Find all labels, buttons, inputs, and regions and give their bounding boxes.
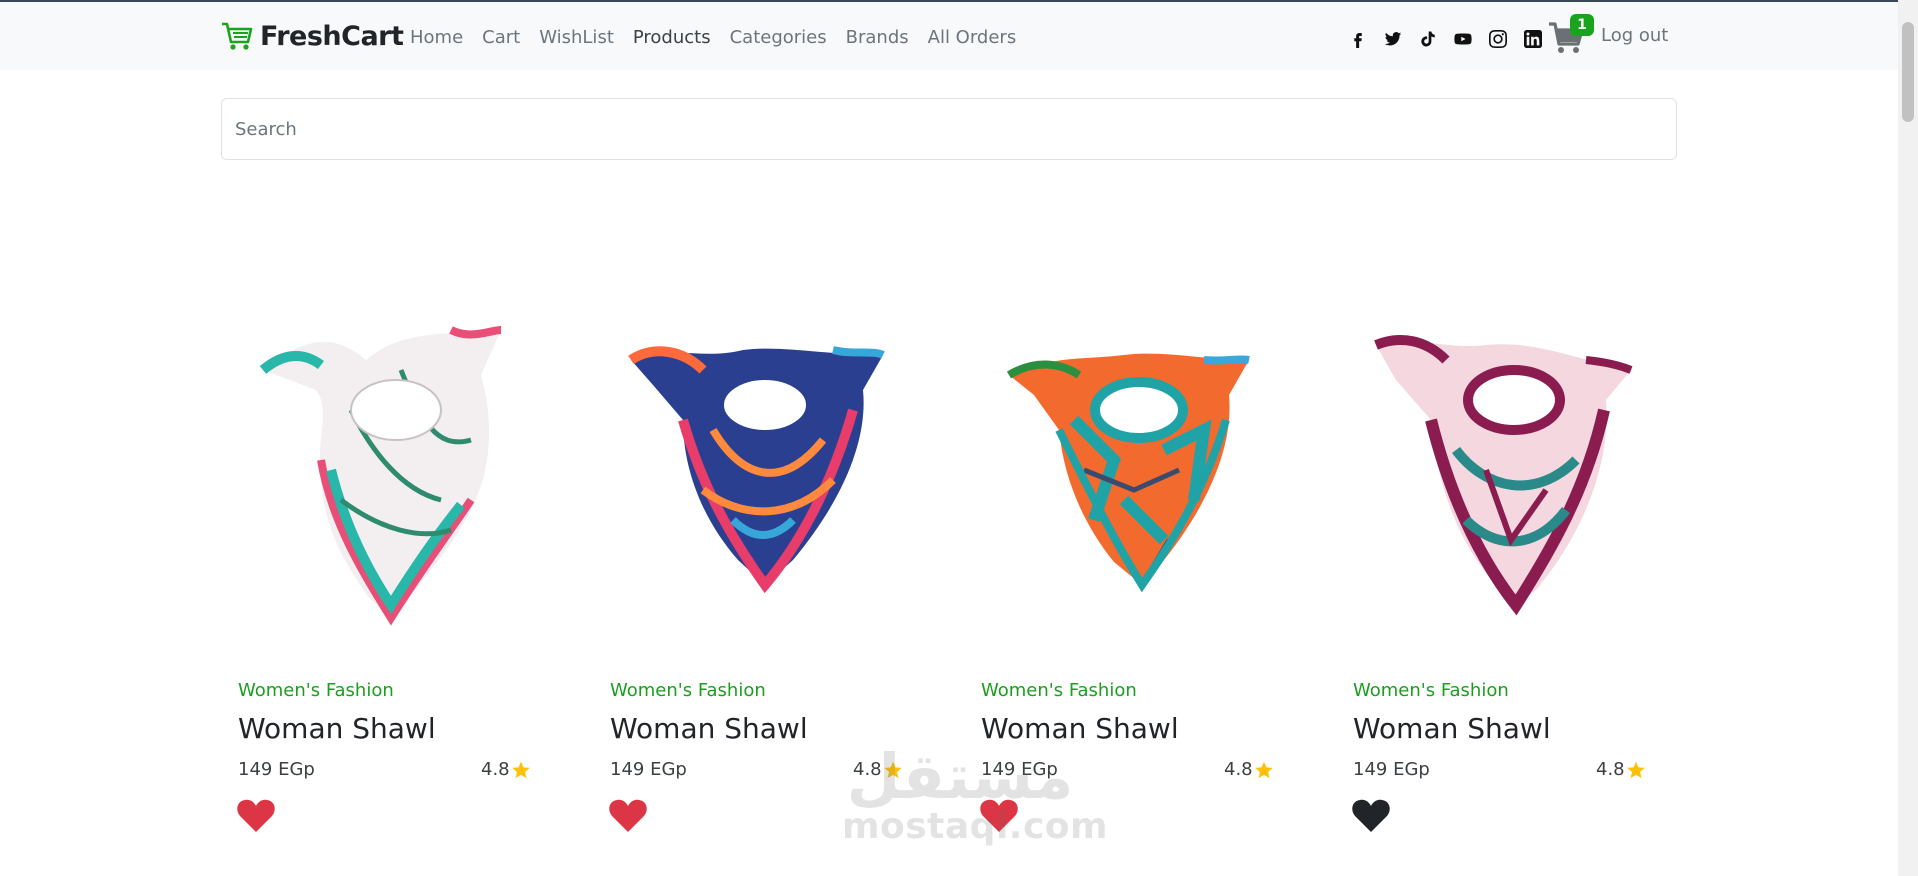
cart-count-badge: 1 — [1570, 14, 1594, 36]
product-image — [259, 326, 502, 626]
scrollbar-thumb[interactable] — [1902, 22, 1914, 122]
cart-button[interactable]: 1 — [1548, 14, 1594, 54]
product-image — [1374, 335, 1633, 616]
product-image — [628, 346, 885, 594]
product-title[interactable]: Woman Shawl — [238, 712, 436, 745]
tiktok-icon[interactable] — [1418, 29, 1438, 49]
nav-brands[interactable]: Brands — [846, 27, 909, 48]
product-category[interactable]: Women's Fashion — [238, 680, 394, 701]
navbar: FreshCart Home Cart WishList Products Ca… — [0, 2, 1898, 70]
page-scrollbar[interactable] — [1898, 0, 1918, 876]
product-category[interactable]: Women's Fashion — [981, 680, 1137, 701]
star-icon — [511, 761, 530, 778]
product-price: 149 EGp — [1353, 759, 1430, 780]
product-image — [1006, 353, 1250, 593]
nav-all-orders[interactable]: All Orders — [928, 27, 1017, 48]
star-icon — [883, 761, 902, 778]
wishlist-heart-button[interactable] — [979, 798, 1019, 834]
facebook-icon[interactable] — [1348, 29, 1368, 49]
wishlist-heart-button[interactable] — [236, 798, 276, 834]
nav-wishlist[interactable]: WishList — [539, 27, 614, 48]
product-title[interactable]: Woman Shawl — [610, 712, 808, 745]
rating-value: 4.8 — [1596, 759, 1625, 780]
nav-categories[interactable]: Categories — [730, 27, 827, 48]
wishlist-heart-button[interactable] — [608, 798, 648, 834]
instagram-icon[interactable] — [1488, 29, 1508, 49]
product-price: 149 EGp — [981, 759, 1058, 780]
nav-products[interactable]: Products — [633, 27, 711, 48]
product-rating: 4.8 — [1224, 759, 1274, 780]
brand-name: FreshCart — [260, 20, 404, 52]
youtube-icon[interactable] — [1453, 29, 1473, 49]
logout-link[interactable]: Log out — [1601, 25, 1668, 46]
product-rating: 4.8 — [481, 759, 531, 780]
heart-icon — [1352, 799, 1390, 832]
heart-icon — [237, 799, 275, 832]
nav-links: Home Cart WishList Products Categories B… — [410, 27, 1035, 48]
star-icon — [1626, 761, 1645, 778]
watermark-latin: mostaql.com — [842, 806, 1109, 847]
heart-icon — [980, 799, 1018, 832]
product-category[interactable]: Women's Fashion — [610, 680, 766, 701]
rating-value: 4.8 — [1224, 759, 1253, 780]
product-title[interactable]: Woman Shawl — [1353, 712, 1551, 745]
brand-logo[interactable]: FreshCart — [220, 20, 404, 52]
star-icon — [1254, 761, 1273, 778]
product-rating: 4.8 — [1596, 759, 1646, 780]
nav-home[interactable]: Home — [410, 27, 463, 48]
product-price: 149 EGp — [238, 759, 315, 780]
twitter-icon[interactable] — [1383, 29, 1403, 49]
product-price: 149 EGp — [610, 759, 687, 780]
rating-value: 4.8 — [481, 759, 510, 780]
cart-logo-icon — [222, 22, 253, 50]
product-rating: 4.8 — [853, 759, 903, 780]
product-category[interactable]: Women's Fashion — [1353, 680, 1509, 701]
product-title[interactable]: Woman Shawl — [981, 712, 1179, 745]
nav-cart[interactable]: Cart — [482, 27, 520, 48]
wishlist-heart-button[interactable] — [1351, 798, 1391, 834]
linkedin-icon[interactable] — [1523, 29, 1543, 49]
social-links — [1348, 29, 1558, 49]
search-input[interactable] — [221, 98, 1677, 160]
heart-icon — [609, 799, 647, 832]
rating-value: 4.8 — [853, 759, 882, 780]
